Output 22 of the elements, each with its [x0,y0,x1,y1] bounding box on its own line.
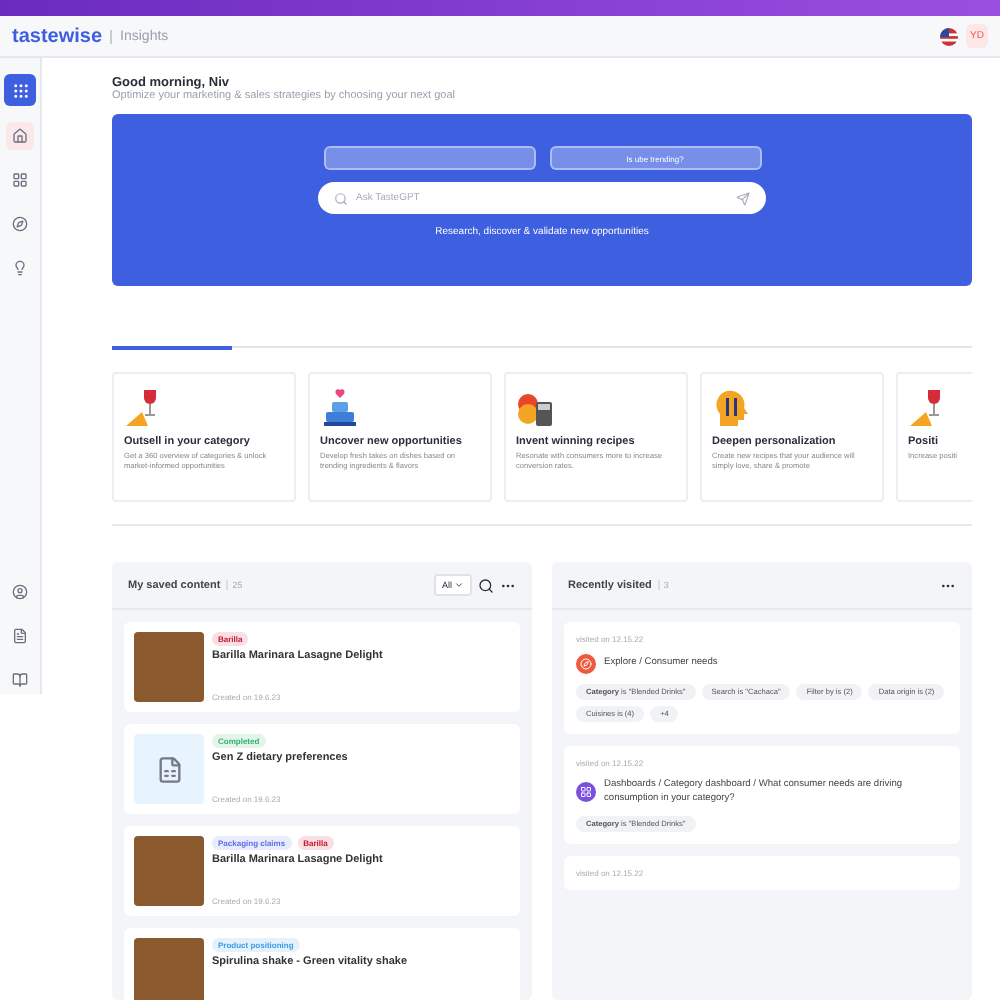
lightbulb-icon [12,260,28,276]
user-circle-icon [12,584,28,600]
apps-button[interactable] [4,74,36,106]
photo-placeholder [134,836,204,906]
book-icon [12,672,28,688]
cake-icon [320,388,360,428]
compass-icon [12,216,28,232]
document-icon [12,628,28,644]
photo-placeholder [134,632,204,702]
head-cutlery-icon [712,388,752,428]
fruit-calculator-icon [516,388,556,428]
flag-icon[interactable] [940,27,959,45]
grid-icon [12,172,28,188]
photo-placeholder [134,938,204,1000]
document-icon [155,755,183,783]
search-icon [334,191,348,205]
brand-logo[interactable]: tastewise [12,25,103,47]
search-icon[interactable] [478,577,494,593]
chevron-down-icon [454,580,464,590]
nav-button[interactable] [6,122,34,150]
dots-grid-icon [11,81,29,99]
home-icon [12,128,28,144]
